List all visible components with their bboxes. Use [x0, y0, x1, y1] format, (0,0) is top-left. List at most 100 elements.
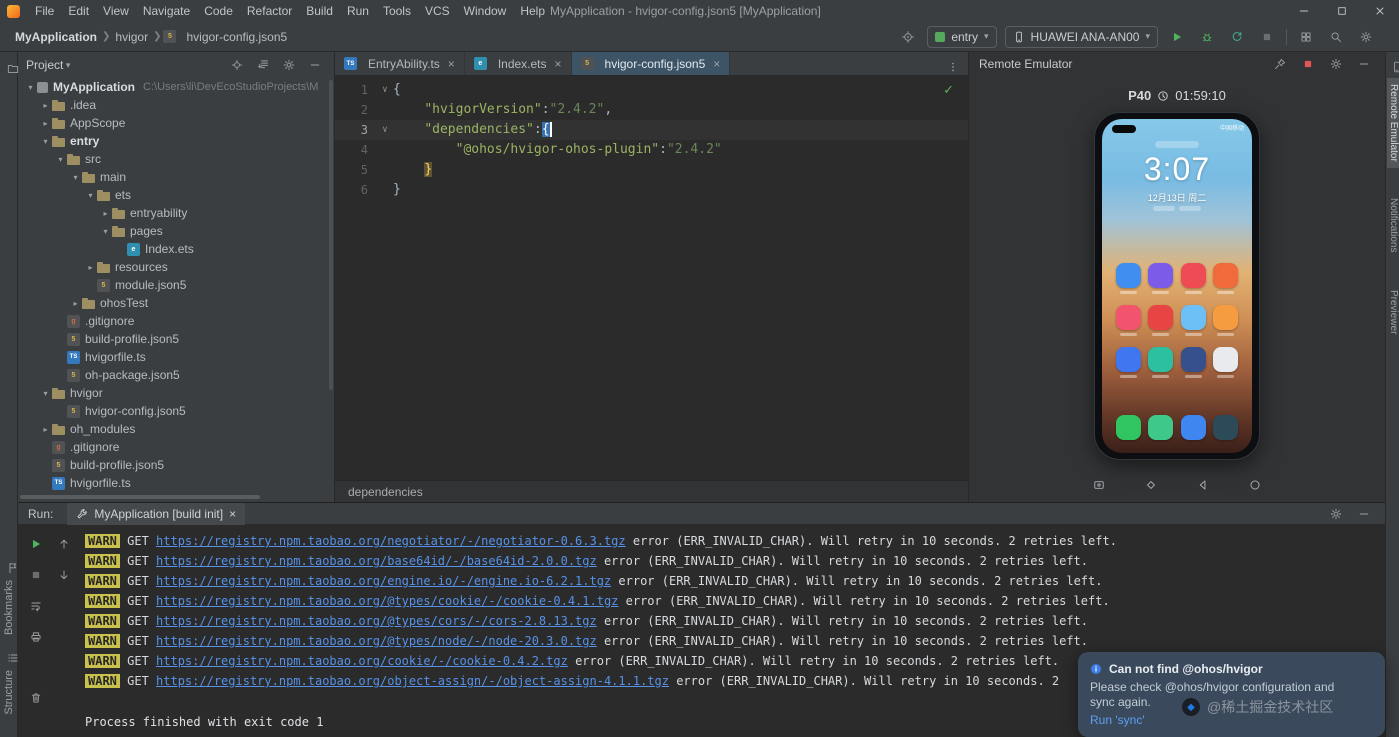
collapse-all-button[interactable] [252, 54, 274, 76]
console-url-link[interactable]: https://registry.npm.taobao.org/base64id… [156, 554, 597, 568]
softwrap-button[interactable] [25, 595, 47, 617]
console-url-link[interactable]: https://registry.npm.taobao.org/cookie/-… [156, 654, 568, 668]
tree-item--idea[interactable]: ▸ .idea [18, 96, 334, 114]
close-tab-icon[interactable]: × [448, 57, 455, 71]
run-button[interactable] [1166, 26, 1188, 48]
tree-item-appscope[interactable]: ▸ AppScope [18, 114, 334, 132]
tree-item-module-json5[interactable]: 5 module.json5 [18, 276, 334, 294]
tree-item-hvigor[interactable]: ▾ hvigor [18, 384, 334, 402]
menu-run[interactable]: Run [340, 0, 376, 22]
clear-button[interactable] [25, 687, 47, 709]
fold-marker-icon[interactable]: ∨ [377, 80, 393, 100]
tool-window-button-bookmarks[interactable]: Bookmarks [3, 580, 15, 635]
tree-chevron-icon[interactable]: ▸ [69, 299, 82, 308]
tree-chevron-icon[interactable]: ▸ [39, 425, 52, 434]
tree-chevron-icon[interactable]: ▸ [84, 263, 97, 272]
tree-chevron-icon[interactable]: ▾ [84, 191, 97, 200]
menu-navigate[interactable]: Navigate [136, 0, 197, 22]
tree-chevron-icon[interactable]: ▾ [54, 155, 67, 164]
tree-chevron-icon[interactable]: ▾ [24, 83, 37, 92]
console-url-link[interactable]: https://registry.npm.taobao.org/engine.i… [156, 574, 611, 588]
hide-button[interactable] [1353, 53, 1375, 75]
tree-chevron-icon[interactable]: ▾ [39, 137, 52, 146]
app-icon-6[interactable] [1148, 305, 1174, 330]
tree-item-entryability[interactable]: ▸ entryability [18, 204, 334, 222]
scroll-up-button[interactable] [53, 533, 75, 555]
tree-chevron-icon[interactable]: ▸ [99, 209, 112, 218]
screenshot-button[interactable] [1088, 474, 1110, 496]
settings-button[interactable] [1325, 503, 1347, 525]
menu-code[interactable]: Code [197, 0, 240, 22]
target-button[interactable] [897, 26, 919, 48]
menu-tools[interactable]: Tools [376, 0, 418, 22]
console-url-link[interactable]: https://registry.npm.taobao.org/negotiat… [156, 534, 626, 548]
app-icon-10[interactable] [1148, 347, 1174, 372]
breadcrumb-item[interactable]: hvigor [112, 30, 151, 44]
search-button[interactable] [1325, 26, 1347, 48]
settings-button[interactable] [1355, 26, 1377, 48]
dock-icon-3[interactable] [1180, 415, 1206, 440]
console-url-link[interactable]: https://registry.npm.taobao.org/@types/n… [156, 634, 597, 648]
tree-item-myapplication[interactable]: ▾ MyApplication C:\Users\li\DevEcoStudioPr… [18, 78, 334, 96]
rotate-button[interactable] [1140, 474, 1162, 496]
menu-refactor[interactable]: Refactor [240, 0, 299, 22]
tree-item-hvigor-config-json5[interactable]: 5 hvigor-config.json5 [18, 402, 334, 420]
tree-item--gitignore[interactable]: g .gitignore [18, 312, 334, 330]
maximize-button[interactable] [1323, 0, 1361, 22]
tree-item-index-ets[interactable]: e Index.ets [18, 240, 334, 258]
app-icon-5[interactable] [1115, 305, 1141, 330]
device-selector[interactable]: HUAWEI ANA-AN00 ▾ [1004, 25, 1158, 48]
app-icon-4[interactable] [1213, 263, 1239, 288]
close-button[interactable] [1361, 0, 1399, 22]
app-icon-1[interactable] [1115, 263, 1141, 288]
menu-edit[interactable]: Edit [61, 0, 96, 22]
sync-button[interactable] [1226, 26, 1248, 48]
vertical-scrollbar[interactable] [329, 80, 333, 390]
run-config-selector[interactable]: entry ▾ [927, 25, 997, 48]
horizontal-scrollbar[interactable] [20, 495, 260, 499]
notification-run-sync-link[interactable]: Run 'sync' [1090, 713, 1145, 727]
close-tab-icon[interactable]: × [713, 57, 720, 71]
menu-build[interactable]: Build [299, 0, 340, 22]
back-button[interactable] [1192, 474, 1214, 496]
menu-view[interactable]: View [96, 0, 136, 22]
breadcrumb-item[interactable]: MyApplication [12, 30, 100, 44]
project-folder-button[interactable] [2, 58, 24, 80]
console-url-link[interactable]: https://registry.npm.taobao.org/object-a… [156, 674, 669, 688]
tree-item-src[interactable]: ▾ src [18, 150, 334, 168]
tree-item-pages[interactable]: ▾ pages [18, 222, 334, 240]
console-url-link[interactable]: https://registry.npm.taobao.org/@types/c… [156, 594, 618, 608]
tree-item-hvigorfile-ts[interactable]: TS hvigorfile.ts [18, 474, 334, 492]
run-tab[interactable]: MyApplication [build init] × [67, 502, 246, 525]
tool-window-button-structure[interactable]: Structure [3, 670, 15, 715]
device-manager-button[interactable] [1295, 26, 1317, 48]
tree-chevron-icon[interactable]: ▸ [39, 101, 52, 110]
code-area[interactable]: 1 ∨{2 "hvigorVersion":"2.4.2", 3 ∨ "depende… [335, 76, 968, 480]
tool-window-button-notifications[interactable]: Notifications [1387, 192, 1399, 258]
stop-button[interactable] [25, 564, 47, 586]
tree-item-oh-modules[interactable]: ▸ oh_modules [18, 420, 334, 438]
breadcrumb-item[interactable]: hvigor-config.json5 [183, 30, 290, 44]
stop-button[interactable] [1297, 53, 1319, 75]
tree-item-ets[interactable]: ▾ ets [18, 186, 334, 204]
hide-button[interactable] [1353, 503, 1375, 525]
tool-window-button-remote-emulator[interactable]: Remote Emulator [1387, 78, 1399, 168]
tool-window-button-previewer[interactable]: Previewer [1387, 284, 1399, 340]
tree-chevron-icon[interactable]: ▾ [69, 173, 82, 182]
phone-screen[interactable]: 中国移动 3:07 12月13日 周二 [1102, 119, 1252, 453]
tree-item-hvigorfile-ts[interactable]: TS hvigorfile.ts [18, 348, 334, 366]
app-icon-8[interactable] [1213, 305, 1239, 330]
structure-button[interactable] [2, 647, 24, 669]
editor-breadcrumb-item[interactable]: dependencies [348, 485, 423, 499]
fold-marker-icon[interactable]: ∨ [377, 120, 393, 140]
tab-entryability-ts[interactable]: TS EntryAbility.ts × [335, 52, 465, 75]
tree-chevron-icon[interactable]: ▾ [39, 389, 52, 398]
hide-button[interactable] [304, 54, 326, 76]
dock-icon-4[interactable] [1213, 415, 1239, 440]
bookmarks-button[interactable] [2, 557, 24, 579]
menu-help[interactable]: Help [513, 0, 552, 22]
stop-button[interactable] [1256, 26, 1278, 48]
close-tab-icon[interactable]: × [229, 507, 236, 521]
project-panel-title[interactable]: Project [26, 58, 63, 72]
menu-file[interactable]: File [28, 0, 61, 22]
